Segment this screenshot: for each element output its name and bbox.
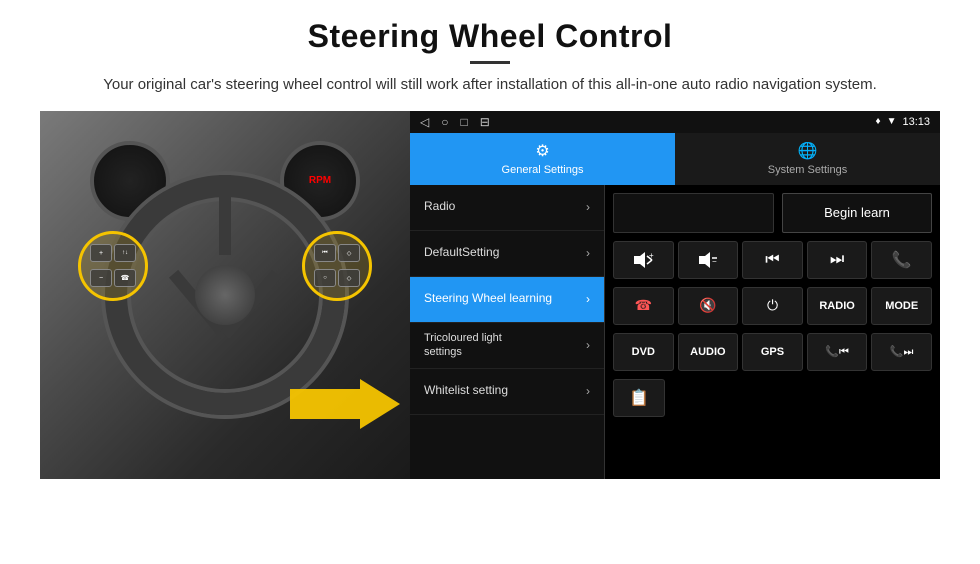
gps-icon: ♦ <box>875 116 880 127</box>
page-container: Steering Wheel Control Your original car… <box>0 0 980 479</box>
btn-dvd-ctrl[interactable]: DVD <box>613 333 674 371</box>
general-settings-icon: ⚙ <box>535 141 549 161</box>
wifi-icon: ▼ <box>887 116 897 127</box>
arrow-container <box>290 374 400 439</box>
back-icon[interactable]: ◁ <box>420 115 429 129</box>
radio-label: RADIO <box>819 300 854 312</box>
btn-call-ctrl[interactable]: 📞 <box>871 241 932 279</box>
mode-label: MODE <box>885 300 918 312</box>
btn-vol-up-ctrl[interactable]: + <box>613 241 674 279</box>
btn-vol-up: + <box>90 244 112 262</box>
btn-vol-down-ctrl[interactable]: − <box>678 241 739 279</box>
title-divider <box>470 61 510 64</box>
menu-item-steering-wheel[interactable]: Steering Wheel learning › <box>410 277 604 323</box>
page-title: Steering Wheel Control <box>40 18 940 55</box>
menu-default-label: DefaultSetting <box>424 245 499 261</box>
btn-call-prev-ctrl[interactable]: 📞⏮ <box>807 333 868 371</box>
left-button-circle: + ↑↓ − ☎ <box>78 231 148 301</box>
svg-text:+: + <box>649 251 654 260</box>
begin-learn-button[interactable]: Begin learn <box>782 193 932 233</box>
android-main: Radio › DefaultSetting › Steering Wheel … <box>410 185 940 479</box>
steering-hub <box>195 265 255 325</box>
btn-hangup-ctrl[interactable]: ☎ <box>613 287 674 325</box>
settings-menu: Radio › DefaultSetting › Steering Wheel … <box>410 185 605 479</box>
menu-item-whitelist[interactable]: Whitelist setting › <box>410 369 604 415</box>
steering-bg: RPM + ↑↓ − ☎ ⏮ <box>40 111 410 479</box>
call-prev-icon: 📞⏮ <box>825 345 849 359</box>
svg-text:−: − <box>712 257 717 266</box>
btn-mute-ctrl[interactable]: 🔇 <box>678 287 739 325</box>
btn-media: ⏮ <box>314 244 336 262</box>
spoke-bottom <box>219 175 231 255</box>
call-next-icon: 📞⏭ <box>890 345 914 359</box>
gps-label: GPS <box>761 346 784 358</box>
btn-nav: ◇ <box>338 244 360 262</box>
status-indicators: ♦ ▼ 13:13 <box>875 116 930 128</box>
audio-label: AUDIO <box>690 346 725 358</box>
tab-general-settings[interactable]: ⚙ General Settings <box>410 133 675 185</box>
power-icon: ⏻ <box>767 297 778 314</box>
btn-mode-ctrl[interactable]: MODE <box>871 287 932 325</box>
btn-mute: ○ <box>314 269 336 287</box>
menu-steering-label: Steering Wheel learning <box>424 291 552 307</box>
control-row-1: + − ⏮ <box>613 241 932 279</box>
empty-input-box <box>613 193 774 233</box>
top-row: Begin learn <box>613 193 932 233</box>
nav-buttons: ◁ ○ □ ⊟ <box>420 115 490 129</box>
next-icon: ⏭ <box>830 251 844 269</box>
btn-phone: ☎ <box>114 269 136 287</box>
list-icon: 📋 <box>629 388 649 408</box>
right-button-circle: ⏮ ◇ ○ ◇ <box>302 231 372 301</box>
btn-gps-ctrl[interactable]: GPS <box>742 333 803 371</box>
btn-mode: ↑↓ <box>114 244 136 262</box>
tab-system-settings[interactable]: 🌐 System Settings <box>675 133 940 185</box>
chevron-icon-tricoloured: › <box>586 338 590 352</box>
time-display: 13:13 <box>902 116 930 128</box>
tab-general-label: General Settings <box>502 164 584 176</box>
chevron-icon-whitelist: › <box>586 384 590 398</box>
last-row: 📋 <box>613 379 932 417</box>
call-icon: 📞 <box>892 250 912 270</box>
prev-icon: ⏮ <box>765 251 779 269</box>
system-settings-icon: 🌐 <box>798 141 818 161</box>
menu-tricoloured-label: Tricoloured lightsettings <box>424 331 502 360</box>
home-icon[interactable]: ○ <box>441 115 448 129</box>
tab-bar: ⚙ General Settings 🌐 System Settings <box>410 133 940 185</box>
btn-radio-ctrl[interactable]: RADIO <box>807 287 868 325</box>
menu-item-default-setting[interactable]: DefaultSetting › <box>410 231 604 277</box>
yellow-arrow-svg <box>290 374 400 434</box>
status-bar: ◁ ○ □ ⊟ ♦ ▼ 13:13 <box>410 111 940 133</box>
btn-vol-down: − <box>90 269 112 287</box>
recents-icon[interactable]: □ <box>460 115 467 129</box>
control-panel: Begin learn + <box>605 185 940 479</box>
menu-item-radio[interactable]: Radio › <box>410 185 604 231</box>
content-area: RPM + ↑↓ − ☎ ⏮ <box>40 111 940 479</box>
chevron-icon-default: › <box>586 246 590 260</box>
chevron-icon-radio: › <box>586 200 590 214</box>
control-row-2: ☎ 🔇 ⏻ RADIO MODE <box>613 287 932 325</box>
btn-list-ctrl[interactable]: 📋 <box>613 379 665 417</box>
btn-call-next-ctrl[interactable]: 📞⏭ <box>871 333 932 371</box>
page-subtitle: Your original car's steering wheel contr… <box>80 74 900 97</box>
android-panel: ◁ ○ □ ⊟ ♦ ▼ 13:13 ⚙ General Settings <box>410 111 940 479</box>
vol-up-icon: + <box>632 251 654 269</box>
btn-prev-ctrl[interactable]: ⏮ <box>742 241 803 279</box>
btn-extra: ◇ <box>338 269 360 287</box>
btn-audio-ctrl[interactable]: AUDIO <box>678 333 739 371</box>
chevron-icon-steering: › <box>586 292 590 306</box>
menu-whitelist-label: Whitelist setting <box>424 383 508 399</box>
mute-icon: 🔇 <box>699 297 716 314</box>
tab-system-label: System Settings <box>768 164 847 176</box>
hangup-icon: ☎ <box>635 297 652 314</box>
dvd-label: DVD <box>632 346 655 358</box>
menu-radio-label: Radio <box>424 199 455 215</box>
menu-item-tricoloured[interactable]: Tricoloured lightsettings › <box>410 323 604 369</box>
title-section: Steering Wheel Control Your original car… <box>40 18 940 97</box>
vol-down-icon: − <box>697 251 719 269</box>
control-row-3: DVD AUDIO GPS 📞⏮ 📞⏭ <box>613 333 932 371</box>
steering-wheel-image: RPM + ↑↓ − ☎ ⏮ <box>40 111 410 479</box>
menu-icon[interactable]: ⊟ <box>480 115 490 129</box>
btn-next-ctrl[interactable]: ⏭ <box>807 241 868 279</box>
btn-power-ctrl[interactable]: ⏻ <box>742 287 803 325</box>
